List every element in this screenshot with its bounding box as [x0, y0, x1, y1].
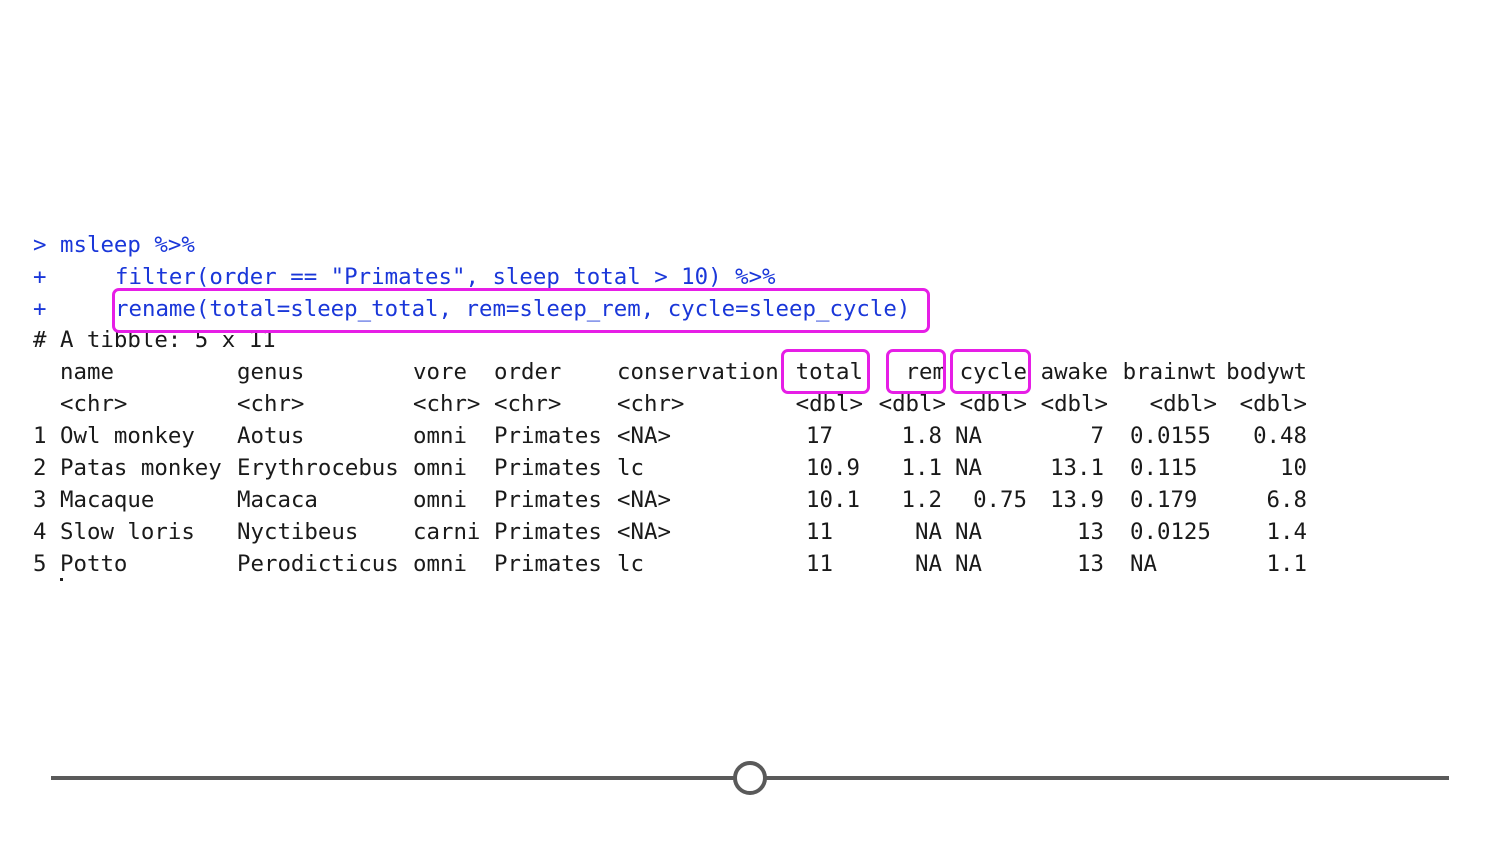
table-cell: carni — [413, 519, 481, 545]
console-code: filter(order == "Primates", sleep_total … — [115, 264, 776, 290]
column-type: <chr> — [494, 391, 562, 417]
table-cell: Potto — [60, 551, 128, 577]
table-cell: 0.0155 — [1130, 423, 1211, 449]
table-cell: 10.9 — [806, 455, 860, 481]
slider-knob[interactable] — [733, 761, 767, 795]
column-header-conservation: conservation — [617, 359, 779, 385]
row-index: 2 — [33, 455, 47, 481]
table-cell: omni — [413, 423, 467, 449]
table-cell: Primates — [494, 455, 602, 481]
table-cell: <NA> — [617, 519, 671, 545]
row-index: 3 — [33, 487, 47, 513]
table-cell: omni — [413, 487, 467, 513]
table-cell: 13.9 — [1050, 487, 1104, 513]
table-cell: 1.2 — [901, 487, 942, 513]
column-header-brainwt: brainwt — [1122, 359, 1217, 385]
table-cell: Patas monkey — [60, 455, 222, 481]
table-cell: NA — [955, 519, 982, 545]
table-cell: lc — [617, 551, 644, 577]
column-type: <dbl> — [1040, 391, 1108, 417]
column-type: <chr> — [617, 391, 685, 417]
cycle-column-highlight — [950, 349, 1031, 394]
table-cell: 6.8 — [1266, 487, 1307, 513]
column-type: <dbl> — [1239, 391, 1307, 417]
row-index: 1 — [33, 423, 47, 449]
row-index: 5 — [33, 551, 47, 577]
table-cell: Erythrocebus — [237, 455, 399, 481]
table-cell: 0.0125 — [1130, 519, 1211, 545]
table-cell: 13 — [1077, 519, 1104, 545]
table-cell: <NA> — [617, 423, 671, 449]
table-cell: Aotus — [237, 423, 305, 449]
console-code: msleep %>% — [60, 232, 195, 258]
table-cell: NA — [915, 551, 942, 577]
table-cell: omni — [413, 551, 467, 577]
console-line-1: > msleep %>% — [33, 229, 195, 261]
table-cell: 1.1 — [901, 455, 942, 481]
text-cursor — [60, 578, 63, 581]
table-cell: Macaque — [60, 487, 155, 513]
table-cell: 11 — [806, 551, 833, 577]
r-console: > msleep %>% + filter(order == "Primates",… — [0, 0, 1500, 844]
column-header-awake: awake — [1040, 359, 1108, 385]
column-type: <chr> — [237, 391, 305, 417]
column-header-genus: genus — [237, 359, 305, 385]
table-cell: 0.48 — [1253, 423, 1307, 449]
table-cell: 13.1 — [1050, 455, 1104, 481]
table-cell: 13 — [1077, 551, 1104, 577]
table-cell: 10 — [1280, 455, 1307, 481]
column-header-name: name — [60, 359, 114, 385]
table-cell: 10.1 — [806, 487, 860, 513]
table-cell: Primates — [494, 423, 602, 449]
slide-progress-slider[interactable] — [51, 761, 1449, 795]
table-cell: Primates — [494, 487, 602, 513]
table-cell: 1.1 — [1266, 551, 1307, 577]
table-cell: lc — [617, 455, 644, 481]
table-cell: Nyctibeus — [237, 519, 359, 545]
table-cell: Primates — [494, 519, 602, 545]
table-cell: NA — [1130, 551, 1157, 577]
column-type: <chr> — [413, 391, 481, 417]
console-prompt: > — [33, 232, 47, 258]
table-cell: Primates — [494, 551, 602, 577]
column-type: <dbl> — [1149, 391, 1217, 417]
rename-highlight-box — [112, 288, 930, 333]
rem-column-highlight — [886, 349, 946, 394]
table-cell: NA — [955, 455, 982, 481]
column-header-order: order — [494, 359, 562, 385]
table-cell: Perodicticus — [237, 551, 399, 577]
table-cell: 0.179 — [1130, 487, 1198, 513]
total-column-highlight — [781, 349, 870, 394]
column-header-vore: vore — [413, 359, 467, 385]
table-cell: NA — [915, 519, 942, 545]
row-index: 4 — [33, 519, 47, 545]
table-cell: 11 — [806, 519, 833, 545]
table-cell: Macaca — [237, 487, 318, 513]
table-cell: 17 — [806, 423, 833, 449]
console-prompt: + — [33, 296, 47, 322]
table-cell: 1.4 — [1266, 519, 1307, 545]
table-cell: Owl monkey — [60, 423, 195, 449]
table-cell: 1.8 — [901, 423, 942, 449]
table-cell: <NA> — [617, 487, 671, 513]
table-cell: NA — [955, 423, 982, 449]
table-cell: 0.115 — [1130, 455, 1198, 481]
table-cell: 7 — [1090, 423, 1104, 449]
table-cell: Slow loris — [60, 519, 195, 545]
column-header-bodywt: bodywt — [1226, 359, 1307, 385]
table-cell: NA — [955, 551, 982, 577]
column-type: <chr> — [60, 391, 128, 417]
console-prompt: + — [33, 264, 47, 290]
table-cell: 0.75 — [973, 487, 1027, 513]
table-cell: omni — [413, 455, 467, 481]
